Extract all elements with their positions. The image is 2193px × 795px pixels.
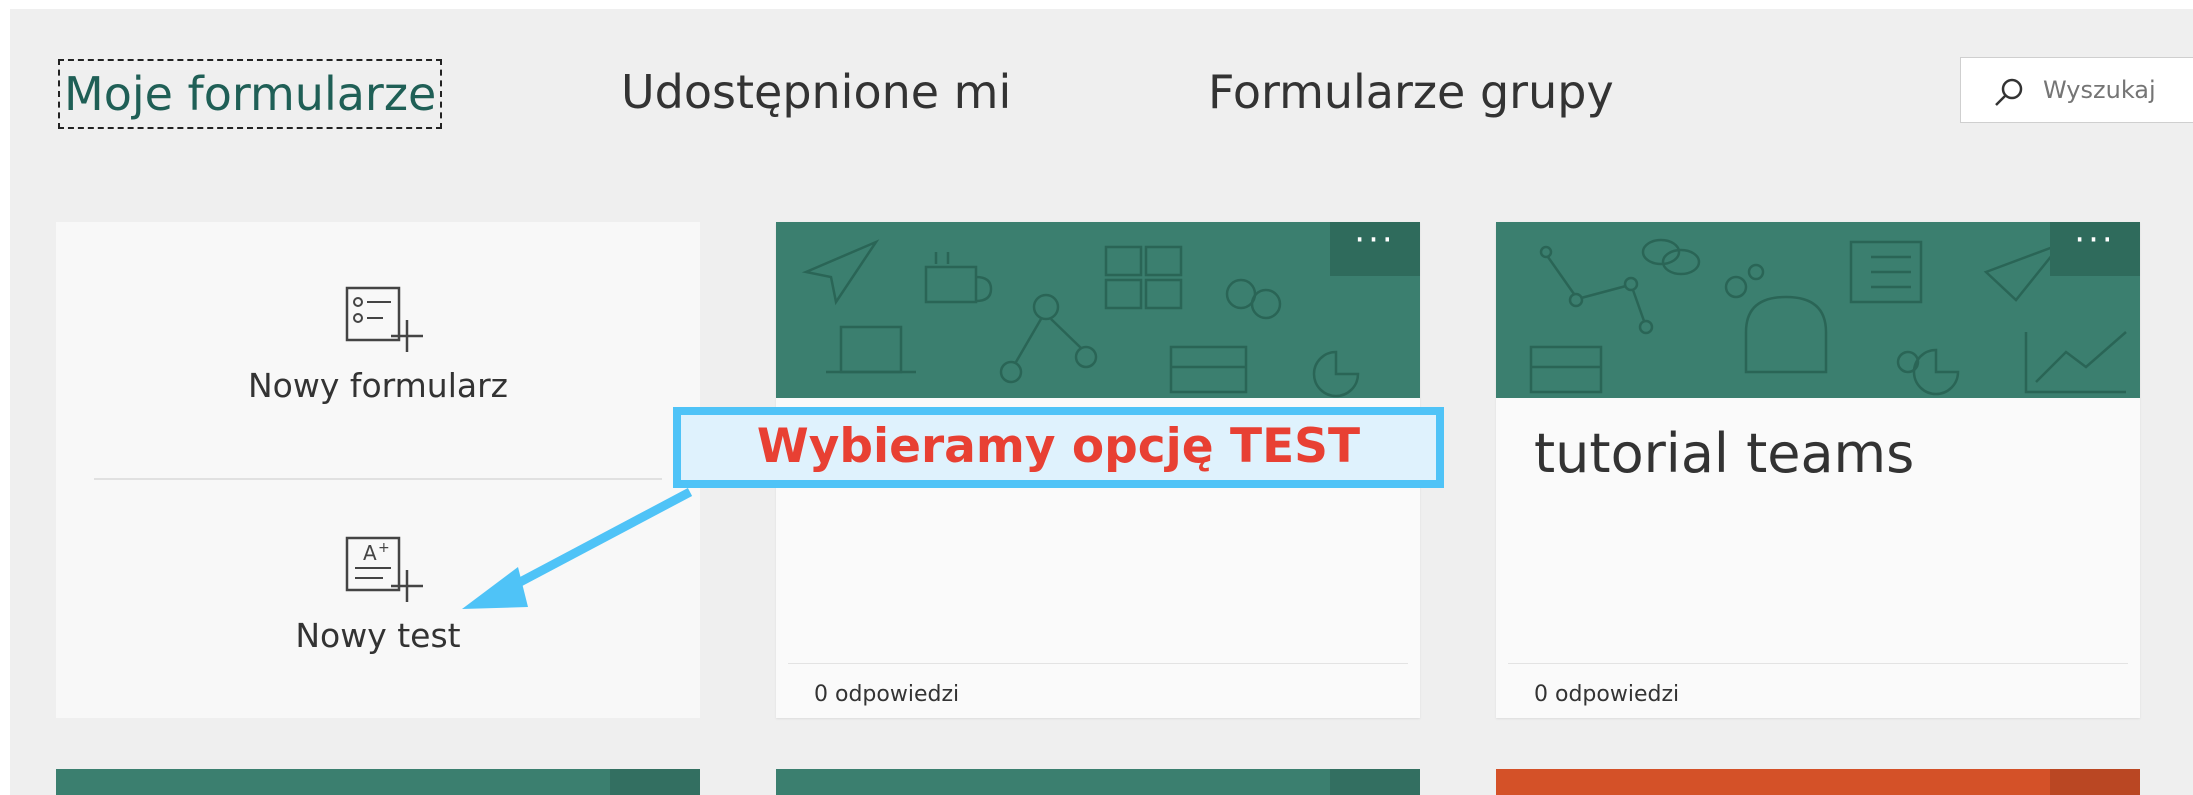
new-quiz-icon: A + bbox=[333, 536, 423, 616]
annotation-callout: Wybieramy opcję TEST bbox=[673, 407, 1444, 488]
new-quiz-button[interactable]: A + Nowy test bbox=[56, 532, 700, 702]
svg-text:+: + bbox=[378, 540, 390, 556]
card-title: tutorial teams bbox=[1534, 422, 1915, 485]
divider bbox=[788, 663, 1408, 664]
card-header-illustration: ··· bbox=[1496, 222, 2140, 398]
more-options-button[interactable]: ··· bbox=[1330, 222, 1420, 276]
more-options-button[interactable]: ··· bbox=[2050, 222, 2140, 276]
search-icon bbox=[1993, 78, 2025, 112]
more-options-button[interactable] bbox=[610, 769, 700, 795]
new-item-card: Nowy formularz A + Nowy test bbox=[56, 222, 700, 718]
form-card[interactable] bbox=[776, 769, 1420, 795]
search-box[interactable] bbox=[1960, 57, 2193, 123]
tab-group-forms[interactable]: Formularze grupy bbox=[1208, 59, 1614, 125]
response-count: 0 odpowiedzi bbox=[814, 682, 960, 707]
new-form-button[interactable]: Nowy formularz bbox=[56, 282, 700, 452]
form-card[interactable]: ··· tutorial teams 0 odpowiedzi bbox=[1496, 222, 2140, 718]
divider bbox=[1508, 663, 2128, 664]
new-form-label: Nowy formularz bbox=[247, 366, 509, 405]
forms-home: Moje formularze Udostępnione mi Formular… bbox=[10, 9, 2193, 795]
search-input[interactable] bbox=[2043, 75, 2193, 105]
new-form-icon bbox=[333, 286, 423, 366]
form-card[interactable] bbox=[56, 769, 700, 795]
new-quiz-label: Nowy test bbox=[295, 616, 461, 655]
more-options-button[interactable] bbox=[2050, 769, 2140, 795]
form-card[interactable] bbox=[1496, 769, 2140, 795]
svg-text:A: A bbox=[363, 541, 377, 565]
more-options-button[interactable] bbox=[1330, 769, 1420, 795]
tab-shared-with-me[interactable]: Udostępnione mi bbox=[621, 59, 1011, 125]
divider bbox=[94, 478, 662, 480]
card-header-illustration: ··· bbox=[776, 222, 1420, 398]
tab-my-forms[interactable]: Moje formularze bbox=[58, 59, 443, 129]
response-count: 0 odpowiedzi bbox=[1534, 682, 1680, 707]
